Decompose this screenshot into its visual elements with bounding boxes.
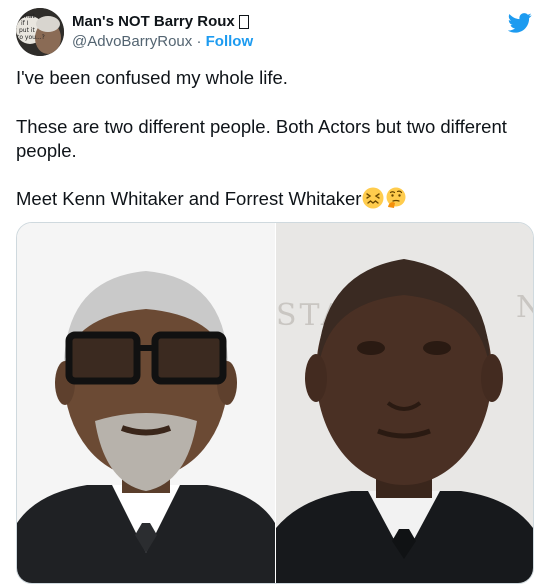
photo-left[interactable]: [17, 223, 275, 583]
tweet-paragraph-2: These are two different people. Both Act…: [16, 116, 507, 161]
separator-dot: ·: [196, 33, 202, 50]
follow-button[interactable]: Follow: [206, 33, 254, 50]
tweet-paragraph-3: Meet Kenn Whitaker and Forrest Whitaker: [16, 187, 516, 211]
avatar-image: What if I put it to you...?: [16, 8, 64, 56]
portrait-right: STA N: [276, 223, 533, 583]
thinking-face-emoji: [386, 187, 406, 208]
twitter-bird-icon[interactable]: [508, 12, 532, 34]
svg-text:What: What: [19, 13, 35, 20]
tweet-media[interactable]: STA N: [16, 222, 534, 584]
handle-row: @AdvoBarryRoux · Follow: [72, 32, 253, 52]
photo-right[interactable]: STA N: [276, 223, 533, 583]
svg-text:put it: put it: [19, 27, 36, 34]
tweet-header: What if I put it to you...? Man's NOT Ba…: [16, 6, 532, 56]
author-info: Man's NOT Barry Roux @AdvoBarryRoux · Fo…: [72, 12, 253, 52]
missing-glyph-icon: [238, 15, 249, 29]
confounded-face-emoji: [362, 187, 384, 209]
tweet-paragraph-3-text: Meet Kenn Whitaker and Forrest Whitaker: [16, 188, 362, 209]
portrait-left: [17, 223, 275, 583]
svg-text:if I: if I: [21, 20, 29, 27]
avatar[interactable]: What if I put it to you...?: [16, 8, 64, 56]
display-name-text: Man's NOT Barry Roux: [72, 13, 235, 30]
display-name[interactable]: Man's NOT Barry Roux: [72, 12, 253, 32]
tweet-body: I've been confused my whole life. These …: [16, 66, 516, 236]
svg-text:to you...?: to you...?: [17, 34, 45, 41]
user-handle[interactable]: @AdvoBarryRoux: [72, 33, 192, 50]
tweet-paragraph-1: I've been confused my whole life.: [16, 67, 288, 88]
svg-text:N: N: [516, 290, 533, 325]
